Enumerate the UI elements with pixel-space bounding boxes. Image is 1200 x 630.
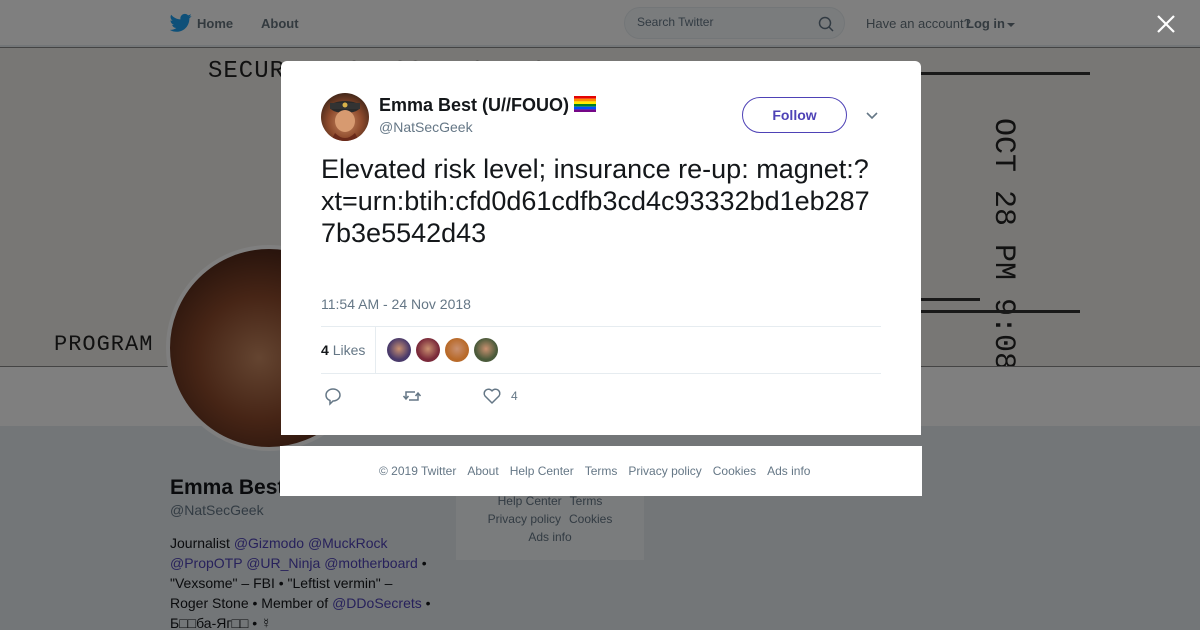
like-action-count[interactable]: 4: [511, 389, 518, 403]
chevron-down-icon[interactable]: [865, 109, 879, 123]
retweet-icon[interactable]: [402, 386, 422, 406]
rainbow-flag-icon: [574, 96, 597, 112]
author-handle[interactable]: @NatSecGeek: [379, 119, 473, 135]
liker-avatar[interactable]: [416, 338, 440, 362]
liker-avatar[interactable]: [387, 338, 411, 362]
footer-link[interactable]: Terms: [585, 464, 618, 478]
tweet-actions: 4: [321, 386, 621, 406]
liker-avatar[interactable]: [474, 338, 498, 362]
author-avatar[interactable]: [321, 93, 369, 141]
footer-link[interactable]: Help Center: [510, 464, 574, 478]
author-name-text[interactable]: Emma Best (U//FOUO): [379, 95, 569, 115]
modal-footer: © 2019 Twitter About Help Center Terms Priva…: [280, 446, 922, 496]
footer-link[interactable]: About: [467, 464, 498, 478]
likes-count[interactable]: 4: [321, 342, 329, 358]
close-icon[interactable]: [1155, 13, 1177, 35]
footer-link[interactable]: Cookies: [713, 464, 756, 478]
tweet-stats: 4 Likes: [321, 326, 881, 374]
author-name[interactable]: Emma Best (U//FOUO): [379, 95, 597, 116]
likes-stat[interactable]: 4 Likes: [321, 342, 365, 358]
reply-icon[interactable]: [323, 386, 343, 406]
follow-button[interactable]: Follow: [742, 97, 847, 133]
copyright-text: © 2019 Twitter: [379, 464, 457, 478]
likes-label[interactable]: Likes: [333, 342, 366, 358]
stats-divider: [375, 327, 376, 373]
avatar-photo: [330, 101, 360, 141]
heart-icon[interactable]: [482, 386, 502, 406]
footer-link[interactable]: Privacy policy: [628, 464, 701, 478]
tweet-text: Elevated risk level; insurance re-up: ma…: [321, 154, 870, 248]
footer-link[interactable]: Ads info: [767, 464, 810, 478]
tweet-modal: Emma Best (U//FOUO) @NatSecGeek Follow E…: [281, 61, 921, 435]
liker-avatar[interactable]: [445, 338, 469, 362]
tweet-timestamp[interactable]: 11:54 AM - 24 Nov 2018: [321, 296, 471, 312]
